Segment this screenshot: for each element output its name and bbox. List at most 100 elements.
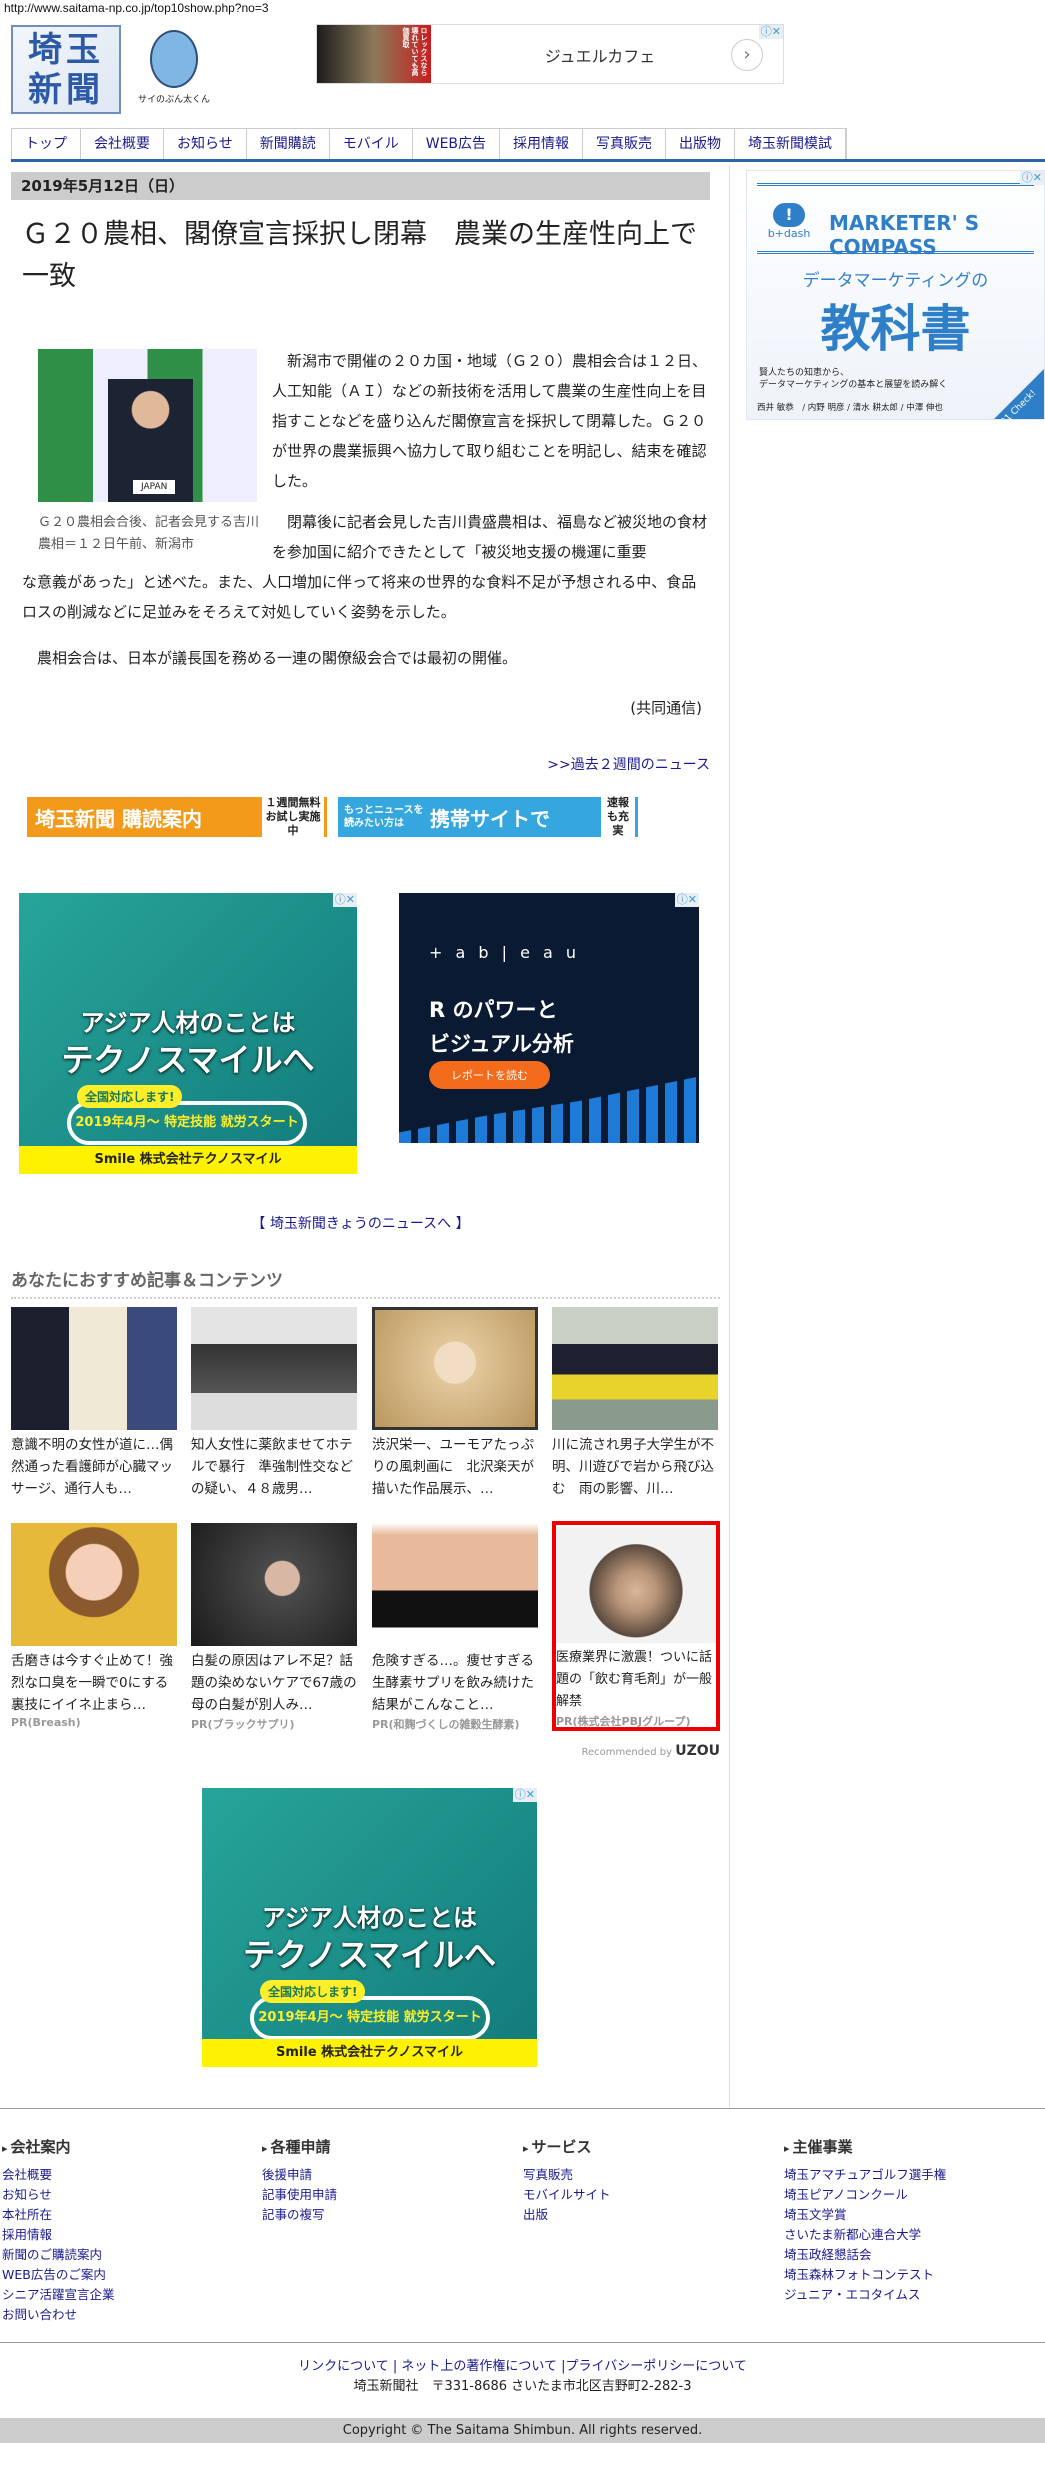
ad-headline-line: R のパワーと [429, 998, 558, 1022]
footer-link[interactable]: 埼玉文学賞 [784, 2205, 1034, 2225]
past-news-link[interactable]: >>過去２週間のニュース [22, 754, 710, 774]
footer-divider [0, 2342, 1045, 2343]
footer-link[interactable]: WEB広告のご案内 [2, 2265, 252, 2285]
tableau-logo: + a b | e a u [429, 943, 581, 962]
footer-heading: 主催事業 [784, 2136, 1034, 2157]
card-image [11, 1523, 177, 1646]
mascot-caption: サイのぶん太くん [137, 95, 210, 105]
article-paragraph: 閉幕後に記者会見した吉川貴盛農相は、福島など被災地の食材を参加国に紹介できたとし… [272, 513, 708, 561]
ad-description-line: データマーケティングの基本と展望を読み解く [759, 380, 948, 390]
mobile-site-banner[interactable]: もっとニュースを読みたい方は 携帯サイトで 速報も充実 [338, 794, 638, 840]
footer-link[interactable]: 埼玉ピアノコンクール [784, 2185, 1034, 2205]
footer-link[interactable]: ジュニア・エコタイムス [784, 2285, 1034, 2305]
link-policy[interactable]: リンクについて [298, 2359, 389, 2374]
footer-heading: 会社案内 [2, 2136, 252, 2157]
banner-title: 埼玉新聞 購読案内 [35, 806, 202, 831]
main-nav: トップ 会社概要 お知らせ 新聞購読 モバイル WEB広告 採用情報 写真販売 … [11, 128, 848, 159]
recommend-heading: あなたにおすすめ記事＆コンテンツ [11, 1271, 283, 1291]
nav-photo-sales[interactable]: 写真販売 [583, 129, 667, 159]
top-banner-ad[interactable]: ロレックスなら壊れていても高価買取 ジュエルカフェ › ⓘ✕ [316, 24, 784, 84]
adchoices-icon[interactable]: ⓘ✕ [674, 893, 699, 907]
recommend-card[interactable]: 知人女性に薬飲ませてホテルで暴行 準強制性交などの疑い、４８歳男… [191, 1307, 357, 1500]
card-sponsor: PR(ブラックサプリ) [191, 1718, 295, 1731]
article-date: 2019年5月12日（日） [11, 172, 710, 200]
footer-divider [0, 2108, 1045, 2109]
footer-link[interactable]: さいたま新都心連合大学 [784, 2225, 1034, 2245]
footer-link[interactable]: お知らせ [2, 2185, 252, 2205]
nav-web-ad[interactable]: WEB広告 [413, 129, 501, 159]
nav-company[interactable]: 会社概要 [81, 129, 164, 159]
card-image [191, 1307, 357, 1430]
recommend-card[interactable]: 渋沢栄一、ユーモアたっぷりの風刺画に 北沢楽天が描いた作品展示、… [372, 1307, 538, 1500]
card-image [372, 1307, 538, 1430]
subscribe-banner[interactable]: 埼玉新聞 購読案内 １週間無料お試し実施中 [27, 794, 327, 840]
uzou-logo: UZOU [675, 1743, 720, 1759]
footer-link[interactable]: 埼玉森林フォトコンテスト [784, 2265, 1034, 2285]
technosmile-ad[interactable]: アジア人材のことは テクノスマイルへ 2019年4月〜 特定技能 就労スタート … [19, 893, 357, 1174]
bdash-logo: ! b+dash [767, 203, 811, 240]
adchoices-icon[interactable]: ⓘ✕ [332, 893, 357, 907]
privacy-policy-link[interactable]: プライバシーポリシーについて [566, 2359, 747, 2374]
nav-top[interactable]: トップ [12, 129, 81, 159]
banner-subtitle: もっとニュースを読みたい方は [344, 805, 424, 829]
ad-rule [757, 251, 1034, 254]
sidebar-ad[interactable]: ! b+dash MARKETER' S COMPASS データマーケティングの … [746, 170, 1045, 420]
nav-publications[interactable]: 出版物 [666, 129, 736, 159]
sponsored-card[interactable]: 白髪の原因はアレ不足？話題の染めないケアで67歳の母の白髪が別人み… PR(ブラ… [191, 1523, 357, 1732]
nav-mock-exam[interactable]: 埼玉新聞模試 [735, 129, 847, 159]
card-caption: 白髪の原因はアレ不足？話題の染めないケアで67歳の母の白髪が別人み… [191, 1653, 357, 1713]
sponsored-card[interactable]: 舌磨きは今すぐ止めて！強烈な口臭を一瞬で0にする裏技にイイネ止まら… PR(Br… [11, 1523, 177, 1729]
tableau-ad[interactable]: + a b | e a u R のパワーと ビジュアル分析 レポートを読む ⓘ✕ [399, 893, 699, 1143]
url-bar: http://www.saitama-np.co.jp/top10show.ph… [4, 1, 269, 15]
recommend-card[interactable]: 川に流され男子大学生が不明、川遊びで岩から飛び込む 雨の影響、川… [552, 1307, 718, 1500]
footer-column-applications: 各種申請 後援申請 記事使用申請 記事の複写 [262, 2136, 512, 2225]
copyright-policy-link[interactable]: ネット上の著作権について [401, 2359, 557, 2374]
ad-title: 教科書 [820, 299, 971, 358]
ad-headline: アジア人材のことは [261, 1904, 478, 1932]
sponsored-card[interactable]: 危険すぎる…。痩せすぎる生酵素サプリを飲み続けた結果がこんなこと… PR(和麹づ… [372, 1523, 538, 1732]
card-sponsor: PR(Breash) [11, 1716, 81, 1729]
footer-link[interactable]: 本社所在 [2, 2205, 252, 2225]
recommended-by[interactable]: Recommended by UZOU [500, 1743, 720, 1759]
nav-mobile[interactable]: モバイル [330, 129, 413, 159]
adchoices-icon[interactable]: ⓘ✕ [1019, 171, 1044, 185]
footer-link[interactable]: 出版 [523, 2205, 773, 2225]
footer-link[interactable]: 記事使用申請 [262, 2185, 512, 2205]
article-paragraph: 農相会合は、日本が議長国を務める一連の閣僚級会合では最初の開催。 [37, 649, 518, 667]
footer-link[interactable]: モバイルサイト [523, 2185, 773, 2205]
footer-link[interactable]: お問い合わせ [2, 2305, 252, 2325]
adchoices-icon[interactable]: ⓘ✕ [512, 1788, 537, 1802]
banner-title: 携帯サイトで [430, 806, 550, 831]
technosmile-ad-bottom[interactable]: アジア人材のことは テクノスマイルへ 2019年4月〜 特定技能 就労スタート … [202, 1788, 537, 2067]
ad-subtitle: データマーケティングの [802, 271, 989, 291]
chevron-right-icon[interactable]: › [731, 39, 763, 71]
nav-recruit[interactable]: 採用情報 [500, 129, 584, 159]
mascot-image [150, 30, 198, 88]
read-report-button[interactable]: レポートを読む [429, 1061, 550, 1089]
highlight-box [552, 1521, 720, 1731]
copyright: Copyright © The Saitama Shimbun. All rig… [0, 2418, 1045, 2443]
footer-column-events: 主催事業 埼玉アマチュアゴルフ選手権 埼玉ピアノコンクール 埼玉文学賞 さいたま… [784, 2136, 1034, 2305]
footer-link[interactable]: シニア活躍宣言企業 [2, 2285, 252, 2305]
today-news-link[interactable]: 【 埼玉新聞きょうのニュースへ 】 [11, 1213, 710, 1233]
footer-link[interactable]: 後援申請 [262, 2165, 512, 2185]
footer-link[interactable]: 写真販売 [523, 2165, 773, 2185]
banner-badge: 速報も充実 [601, 794, 635, 840]
article-photo: JAPAN [38, 349, 257, 502]
card-caption: 舌磨きは今すぐ止めて！強烈な口臭を一瞬で0にする裏技にイイネ止まら… [11, 1653, 173, 1713]
footer-link[interactable]: 埼玉アマチュアゴルフ選手権 [784, 2165, 1034, 2185]
nav-news[interactable]: お知らせ [164, 129, 247, 159]
footer-link[interactable]: 新聞のご購読案内 [2, 2245, 252, 2265]
card-caption: 川に流され男子大学生が不明、川遊びで岩から飛び込む 雨の影響、川… [552, 1437, 714, 1497]
saitama-shimbun-logo[interactable]: 埼玉新聞 [11, 25, 121, 114]
ad-description-line: 賢人たちの知恵から、 [759, 368, 850, 378]
footer-column-company: 会社案内 会社概要 お知らせ 本社所在 採用情報 新聞のご購読案内 WEB広告の… [2, 2136, 252, 2325]
nav-subscribe[interactable]: 新聞購読 [247, 129, 330, 159]
footer-link[interactable]: 記事の複写 [262, 2205, 512, 2225]
footer-link[interactable]: 会社概要 [2, 2165, 252, 2185]
adchoices-icon[interactable]: ⓘ✕ [758, 25, 783, 39]
ad-footer: Smile 株式会社テクノスマイル [19, 1146, 357, 1174]
recommend-card[interactable]: 意識不明の女性が道に…偶然通った看護師が心臓マッサージ、通行人も… [11, 1307, 177, 1500]
footer-link[interactable]: 埼玉政経懇話会 [784, 2245, 1034, 2265]
footer-link[interactable]: 採用情報 [2, 2225, 252, 2245]
